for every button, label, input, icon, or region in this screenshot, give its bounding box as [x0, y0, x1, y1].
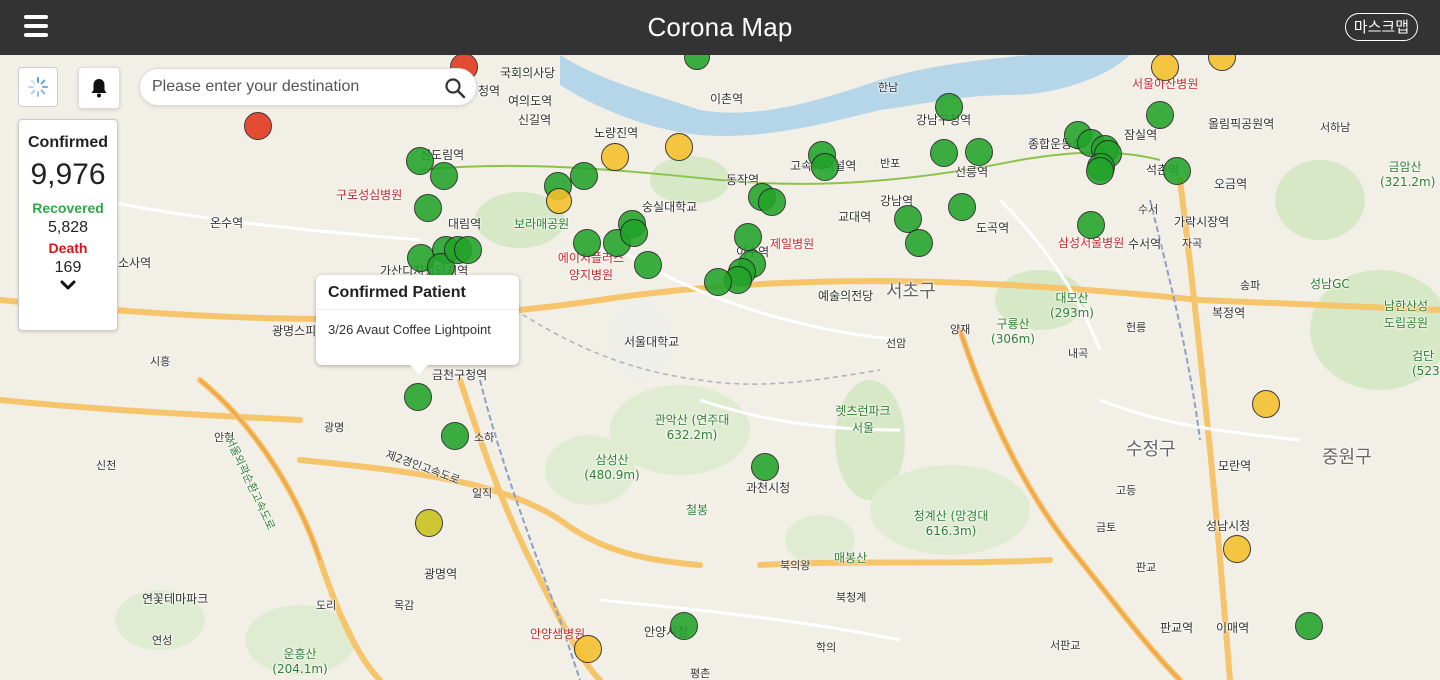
case-marker-green[interactable]	[948, 193, 976, 221]
case-marker-green[interactable]	[930, 139, 958, 167]
case-marker-green[interactable]	[751, 453, 779, 481]
notification-button[interactable]	[78, 67, 120, 109]
recovered-label: Recovered	[32, 200, 104, 216]
map-canvas[interactable]: 국회의사당 여의도역 신길역 노량진역 이촌역 한남 신도림역 구로성심병원 대…	[0, 55, 1440, 680]
search-icon[interactable]	[444, 77, 466, 99]
popup-pointer	[410, 365, 428, 374]
case-marker-green[interactable]	[573, 229, 601, 257]
recovered-count: 5,828	[47, 219, 89, 236]
case-marker-yellow[interactable]	[665, 133, 693, 161]
popup-title: Confirmed Patient	[328, 284, 466, 301]
case-marker-green[interactable]	[811, 153, 839, 181]
stats-panel: Confirmed 9,976 Recovered 5,828 Death 16…	[18, 119, 118, 331]
popup-body: 3/26 Avaut Coffee Lightpoint	[328, 322, 491, 337]
case-marker-green[interactable]	[1295, 612, 1323, 640]
case-marker-green[interactable]	[1163, 157, 1191, 185]
case-marker-green[interactable]	[454, 236, 482, 264]
case-marker-green[interactable]	[570, 162, 598, 190]
case-marker-red[interactable]	[244, 112, 272, 140]
death-label: Death	[48, 240, 88, 256]
map-base-layer	[0, 55, 1440, 680]
confirmed-count: 9,976	[30, 158, 106, 191]
destination-search	[139, 68, 477, 106]
case-marker-green[interactable]	[935, 93, 963, 121]
location-button[interactable]	[18, 67, 58, 107]
search-input[interactable]	[152, 78, 432, 96]
bell-icon	[91, 79, 107, 98]
page-title: Corona Map	[647, 12, 793, 42]
case-marker-yellow[interactable]	[546, 188, 572, 214]
patient-popup: Confirmed Patient 3/26 Avaut Coffee Ligh…	[316, 275, 519, 374]
case-marker-green[interactable]	[430, 162, 458, 190]
case-marker-green[interactable]	[634, 251, 662, 279]
case-marker-olive[interactable]	[415, 509, 443, 537]
death-count: 169	[54, 259, 82, 276]
case-marker-green[interactable]	[414, 194, 442, 222]
case-marker-green[interactable]	[404, 383, 432, 411]
case-marker-green[interactable]	[734, 223, 762, 251]
case-marker-green[interactable]	[670, 612, 698, 640]
mask-map-button[interactable]: 마스크맵	[1344, 13, 1418, 41]
case-marker-green[interactable]	[620, 219, 648, 247]
case-marker-yellow[interactable]	[1223, 535, 1251, 563]
chevron-down-icon[interactable]	[60, 279, 76, 291]
case-marker-green[interactable]	[704, 268, 732, 296]
case-marker-green[interactable]	[758, 188, 786, 216]
case-marker-yellow[interactable]	[574, 635, 602, 663]
app-header: Corona Map 마스크맵	[0, 0, 1440, 55]
loading-spinner-icon	[28, 77, 48, 97]
case-marker-green[interactable]	[441, 422, 469, 450]
case-marker-green[interactable]	[1146, 101, 1174, 129]
confirmed-label: Confirmed	[28, 134, 108, 151]
case-marker-green[interactable]	[965, 138, 993, 166]
case-marker-yellow[interactable]	[1252, 390, 1280, 418]
case-marker-yellow[interactable]	[601, 143, 629, 171]
case-marker-green[interactable]	[905, 229, 933, 257]
case-marker-green[interactable]	[1077, 211, 1105, 239]
case-marker-green[interactable]	[1086, 157, 1114, 185]
hamburger-menu-icon[interactable]	[24, 15, 48, 37]
